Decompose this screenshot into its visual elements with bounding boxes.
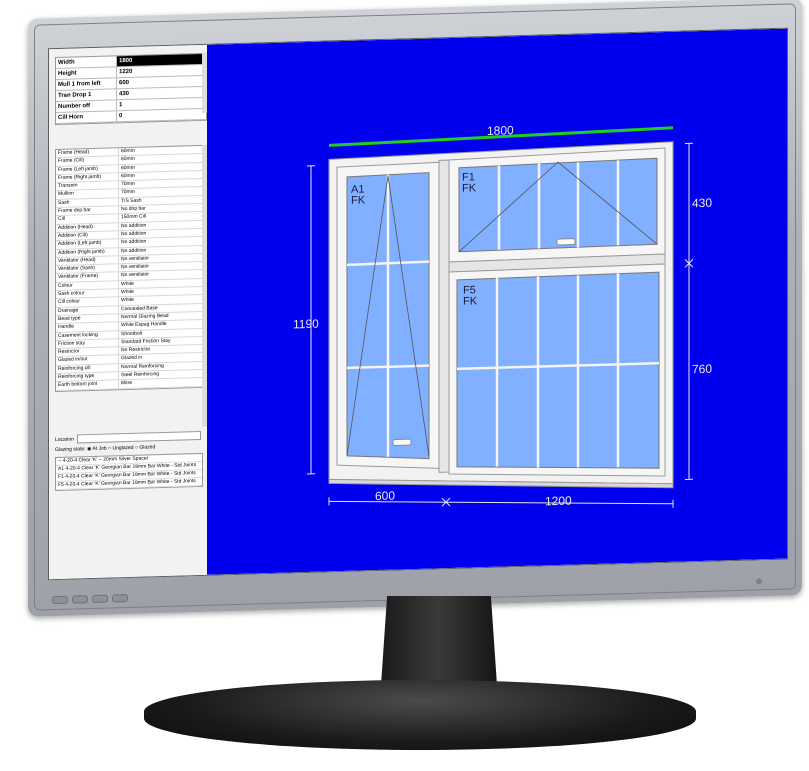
radio-at-job[interactable]: ◉ At Job [87, 446, 107, 453]
height-dimension-label: 1190 [293, 317, 319, 332]
monitor-screen: Width 1800 Height 1220 Mull 1 from left 600 Tr… [48, 27, 788, 581]
properties-panel: Width 1800 Height 1220 Mull 1 from left 600 Tr… [49, 44, 208, 580]
radio-glazed[interactable]: ○ Glazed [135, 444, 155, 451]
dimension-value[interactable]: 0 [116, 108, 206, 122]
drawing-canvas[interactable]: A1 FK F1 FK F5 FK 1800 1190 430 760 600 … [207, 28, 787, 575]
monitor-button[interactable] [72, 595, 88, 604]
location-label: Location [55, 436, 74, 443]
property-value[interactable]: Mitre [118, 378, 202, 388]
sash-f1-glass[interactable] [458, 157, 658, 253]
dimension-label: Cill Horn [58, 114, 83, 121]
dimensions-grid: Width 1800 Height 1220 Mull 1 from left 600 Tr… [55, 52, 207, 126]
monitor-stand-base [144, 680, 696, 750]
bottom-left-dimension-label: 600 [375, 489, 395, 504]
mullion [438, 159, 450, 473]
location-input[interactable] [76, 430, 201, 444]
dimension-label: Tran Drop 1 [58, 92, 92, 99]
right-dimensions [684, 142, 694, 480]
monitor-button[interactable] [52, 595, 68, 605]
sash-f1-type: FK [462, 182, 477, 194]
glass-list: -- 4-20-4 Clear 'K' -- 20mm Silver Space… [55, 452, 203, 492]
window-drawing: A1 FK F1 FK F5 FK 1800 1190 430 760 600 … [293, 123, 712, 509]
property-label: Earth bottom joint [58, 381, 98, 389]
dimension-label: Height [58, 70, 77, 77]
monitor-button[interactable] [92, 594, 108, 604]
monitor-button[interactable] [112, 594, 128, 603]
right-bottom-dimension-label: 760 [692, 362, 712, 377]
bottom-right-dimension-label: 1200 [545, 494, 572, 509]
sash-a1-type: FK [351, 194, 366, 206]
pane-f5-glass[interactable] [456, 271, 660, 474]
dimension-label: Mull 1 from left [58, 80, 101, 88]
dimension-label: Number off [58, 103, 90, 110]
glazing-state-label: Glazing state [55, 446, 85, 454]
properties-grid: Frame (Head) 60mm Frame (Cill) 60mm Frame (L… [55, 144, 203, 392]
right-top-dimension-label: 430 [692, 196, 712, 211]
pane-f5-type: FK [463, 295, 478, 307]
monitor-bezel: Width 1800 Height 1220 Mull 1 from left 600 Tr… [28, 0, 802, 617]
dimension-label: Width [58, 59, 75, 66]
radio-unglazed[interactable]: ○ Unglazed [108, 445, 134, 452]
handle-a1 [392, 438, 412, 447]
width-dimension-label: 1800 [487, 123, 514, 138]
location-row: Location [55, 430, 201, 444]
handle-f1 [556, 238, 576, 246]
